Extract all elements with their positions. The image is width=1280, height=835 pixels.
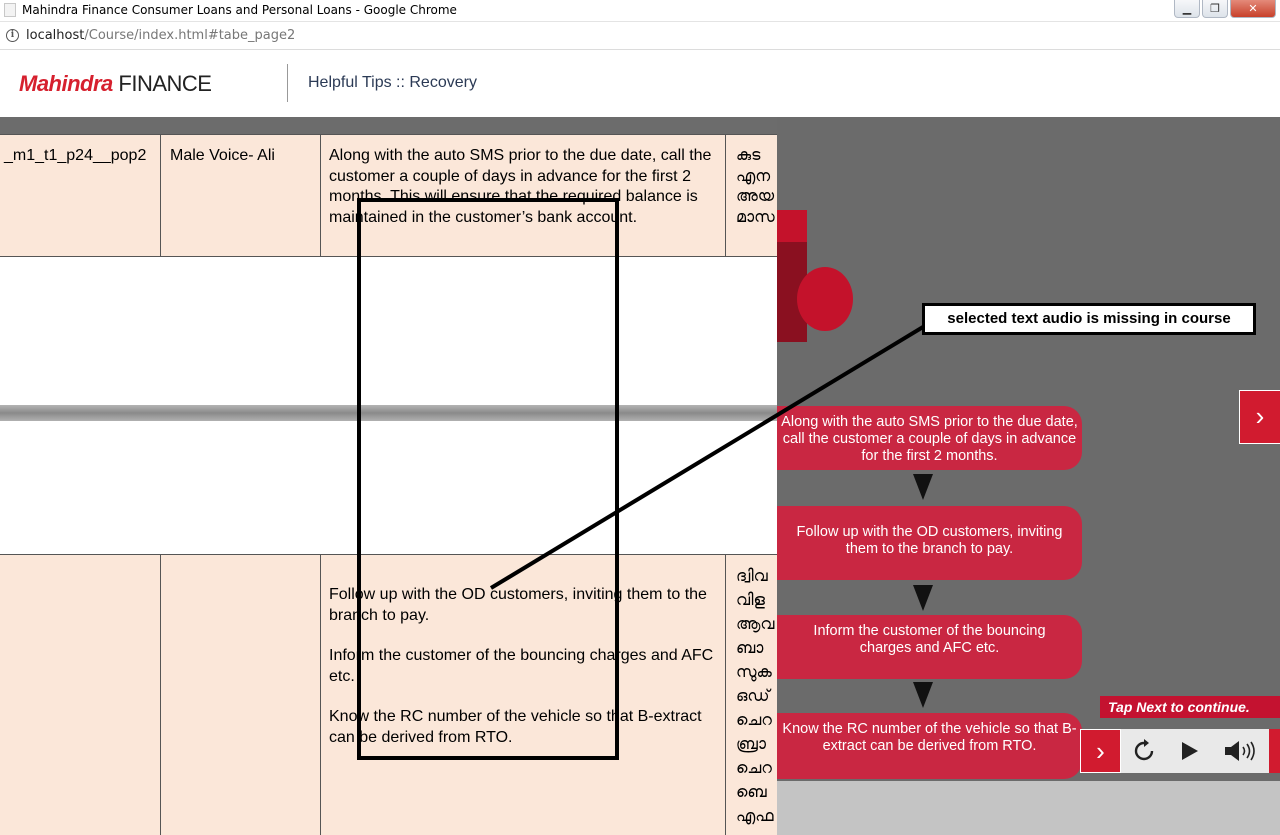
close-icon: ✕ [1248, 3, 1258, 15]
column-divider [160, 135, 161, 256]
malayalam-text-cell: കുട എന അയ മാസ [736, 147, 775, 226]
chevron-right-icon: › [1255, 401, 1265, 431]
course-panel-footer [777, 781, 1280, 835]
column-divider [320, 135, 321, 256]
page-break-bar [0, 405, 777, 421]
speaker-icon [1225, 741, 1255, 761]
side-next-button[interactable]: › [1239, 390, 1280, 444]
site-header: Mahindra FINANCE Helpful Tips :: Recover… [0, 51, 1280, 117]
english-text-cell: Along with the auto SMS prior to the due… [329, 147, 712, 226]
column-divider [725, 555, 726, 835]
minimize-button[interactable]: ▁ [1174, 0, 1200, 18]
step-bubble: Inform the customer of the bouncing char… [777, 615, 1082, 679]
window-controls: ▁ ❐ ✕ [1174, 0, 1276, 18]
page-title: Helpful Tips :: Recovery [308, 74, 477, 91]
window-titlebar: Mahindra Finance Consumer Loans and Pers… [0, 0, 1280, 22]
column-divider [725, 135, 726, 256]
reload-icon [1134, 739, 1154, 761]
page-icon [4, 3, 16, 17]
column-divider [160, 555, 161, 835]
header-divider [287, 64, 288, 102]
window-title: Mahindra Finance Consumer Loans and Pers… [22, 3, 457, 17]
screen-id-cell: _m1_t1_p24__pop2 [4, 147, 147, 164]
course-panel: Along with the auto SMS prior to the due… [777, 117, 1280, 781]
puzzle-knob [797, 267, 853, 331]
step-bubble: Know the RC number of the vehicle so tha… [777, 713, 1082, 779]
controls-edge [1269, 729, 1280, 773]
address-bar[interactable]: i localhost/Course/index.html#tabe_page2 [0, 23, 1280, 50]
column-divider [320, 555, 321, 835]
logo-mahindra: Mahindra [19, 71, 113, 96]
chevron-right-icon: › [1096, 735, 1105, 766]
english-text-cell: Follow up with the OD customers, invitin… [329, 585, 721, 768]
table-row: _m1_t1_p24__pop2 Male Voice- Ali Along w… [0, 134, 777, 257]
close-button[interactable]: ✕ [1230, 0, 1276, 18]
restore-icon: ❐ [1210, 3, 1220, 15]
step-bubble: Follow up with the OD customers, invitin… [777, 506, 1082, 580]
text-paragraph: Know the RC number of the vehicle so tha… [329, 708, 702, 746]
url-text[interactable]: localhost/Course/index.html#tabe_page2 [26, 28, 295, 43]
arrow-down-icon [913, 474, 933, 500]
sound-button[interactable] [1211, 729, 1269, 773]
restore-button[interactable]: ❐ [1202, 0, 1228, 18]
url-path: /Course/index.html#tabe_page2 [84, 28, 296, 43]
annotation-callout: selected text audio is missing in course [922, 303, 1256, 335]
script-document: _m1_t1_p24__pop2 Male Voice- Ali Along w… [0, 117, 777, 835]
arrow-down-icon [913, 585, 933, 611]
voice-cell: Male Voice- Ali [170, 147, 275, 164]
text-paragraph: Inform the customer of the bouncing char… [329, 647, 714, 685]
logo-finance: FINANCE [118, 71, 212, 96]
url-host: localhost [26, 28, 85, 43]
step-bubble: Along with the auto SMS prior to the due… [777, 406, 1082, 470]
document-top-strip [0, 117, 777, 134]
info-icon[interactable]: i [6, 29, 19, 42]
minimize-icon: ▁ [1182, 3, 1192, 15]
mahindra-finance-logo[interactable]: Mahindra FINANCE [19, 71, 212, 97]
reload-button[interactable] [1121, 729, 1167, 773]
malayalam-text-cell: ദ്വിവ വിള ആവ ബാ സുക ഒഡ് ചെറ ബ്രാ ചെറ ബെ … [736, 568, 775, 825]
table-row: Follow up with the OD customers, invitin… [0, 554, 777, 835]
arrow-down-icon [913, 682, 933, 708]
text-paragraph: Follow up with the OD customers, invitin… [329, 586, 707, 624]
play-icon [1182, 742, 1198, 760]
tap-next-banner: Tap Next to continue. [1100, 696, 1280, 718]
play-button[interactable] [1167, 729, 1211, 773]
player-controls: › [1080, 729, 1280, 773]
next-button[interactable]: › [1080, 729, 1121, 773]
